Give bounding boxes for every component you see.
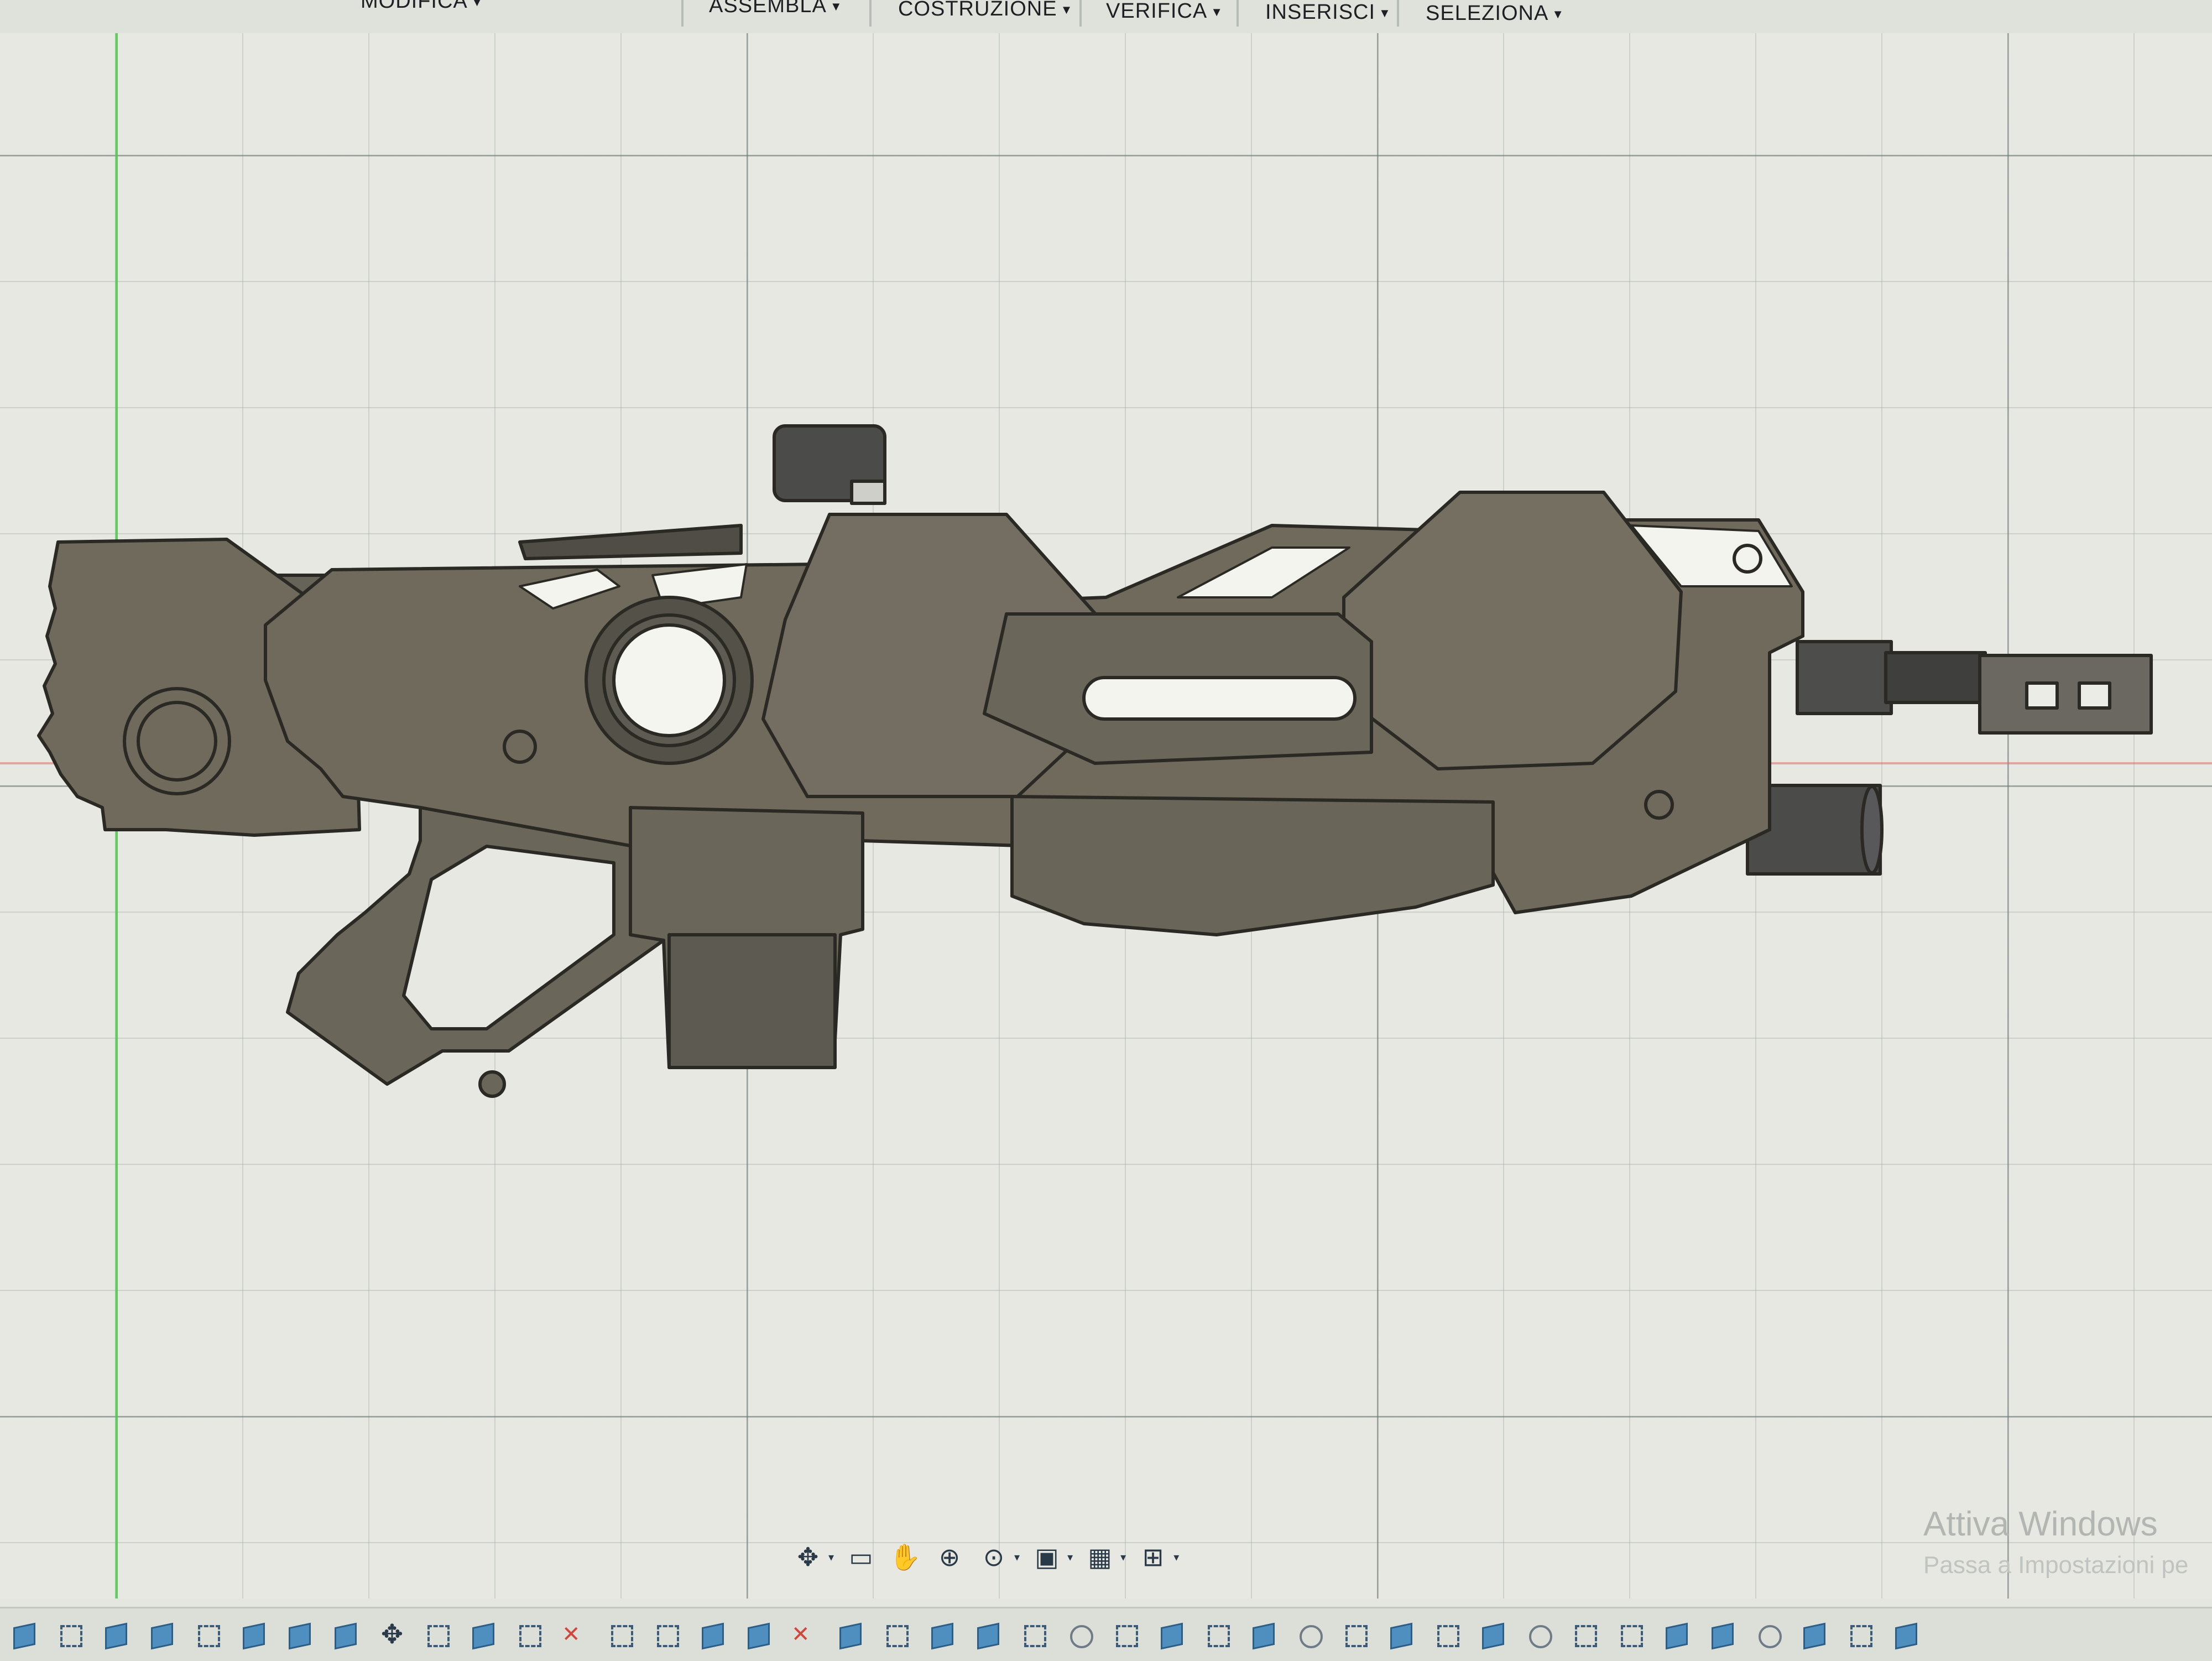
feature-cube-icon[interactable] (11, 1621, 39, 1648)
sight-mount (850, 480, 886, 505)
sketch-frame-icon[interactable] (424, 1621, 452, 1648)
sketch-frame-icon[interactable] (1204, 1621, 1232, 1648)
chevron-down-icon[interactable]: ▾ (1173, 1550, 1179, 1564)
sketch-frame-icon[interactable] (1021, 1621, 1048, 1648)
sketch-circle-icon[interactable] (1526, 1621, 1553, 1648)
muzzle-brake (1978, 654, 2153, 735)
pan-icon[interactable]: ✋ (888, 1540, 922, 1574)
sketch-frame-icon[interactable] (608, 1621, 635, 1648)
sketch-frame-icon[interactable] (654, 1621, 681, 1648)
sketch-frame-icon[interactable] (1618, 1621, 1645, 1648)
sketch-frame-icon[interactable] (1113, 1621, 1140, 1648)
muzzle-port (2025, 681, 2059, 710)
feature-cube-icon[interactable] (745, 1621, 773, 1648)
sketch-frame-icon[interactable] (57, 1621, 85, 1648)
delete-feature-icon[interactable]: ✕ (791, 1621, 819, 1648)
display-settings-icon[interactable]: ▣ (1030, 1540, 1064, 1574)
barrel-rings (1884, 651, 1987, 704)
timeline-toolbar: ✥ ✕ ✕ (0, 1607, 2212, 1661)
feature-cube-icon[interactable] (1709, 1621, 1737, 1648)
feature-cube-icon[interactable] (1893, 1621, 1921, 1648)
feature-cube-icon[interactable] (149, 1621, 176, 1648)
feature-cube-icon[interactable] (286, 1621, 314, 1648)
activation-watermark-subtitle: Passa a Impostazioni pe (1923, 1551, 2189, 1579)
barrel-collar (1796, 640, 1893, 715)
feature-cube-icon[interactable] (929, 1621, 957, 1648)
feature-cube-icon[interactable] (1801, 1621, 1829, 1648)
feature-cube-icon[interactable] (1663, 1621, 1691, 1648)
sketch-frame-icon[interactable] (1572, 1621, 1599, 1648)
viewports-icon[interactable]: ⊞ (1136, 1540, 1170, 1574)
navigation-bar: ✥ ▾ ▭ ✋ ⊕ ⊙ ▾ ▣ ▾ ▦ ▾ ⊞ ▾ (791, 1538, 1244, 1576)
sketch-frame-icon[interactable] (195, 1621, 222, 1648)
top-rail (518, 524, 743, 560)
magazine (667, 933, 837, 1069)
feature-cube-icon[interactable] (332, 1621, 360, 1648)
sketch-frame-icon[interactable] (516, 1621, 544, 1648)
slot-window (1082, 676, 1357, 721)
sketch-frame-icon[interactable] (883, 1621, 911, 1648)
chevron-down-icon[interactable]: ▾ (828, 1550, 834, 1564)
fit-icon[interactable]: ⊙ (977, 1540, 1011, 1574)
move-icon[interactable]: ✥ (378, 1621, 406, 1648)
sling-loop (478, 1070, 506, 1098)
grid-icon[interactable]: ▦ (1083, 1540, 1117, 1574)
rifle-model[interactable] (0, 0, 2212, 1659)
scope-lens (612, 623, 726, 737)
feature-cube-icon[interactable] (241, 1621, 268, 1648)
activation-watermark-title: Attiva Windows (1923, 1505, 2158, 1543)
muzzle-port (2078, 681, 2111, 710)
feature-cube-icon[interactable] (1159, 1621, 1186, 1648)
feature-cube-icon[interactable] (1388, 1621, 1416, 1648)
feature-cube-icon[interactable] (103, 1621, 131, 1648)
look-at-icon[interactable]: ▭ (844, 1540, 878, 1574)
chevron-down-icon[interactable]: ▾ (1120, 1550, 1126, 1564)
feature-cube-icon[interactable] (975, 1621, 1003, 1648)
forearm (1010, 795, 1495, 936)
feature-cube-icon[interactable] (1250, 1621, 1278, 1648)
chevron-down-icon[interactable]: ▾ (1014, 1550, 1020, 1564)
feature-cube-icon[interactable] (470, 1621, 498, 1648)
sketch-circle-icon[interactable] (1755, 1621, 1783, 1648)
flashlight-lens (1860, 785, 1884, 874)
feature-cube-icon[interactable] (837, 1621, 865, 1648)
sketch-circle-icon[interactable] (1067, 1621, 1094, 1648)
chevron-down-icon[interactable]: ▾ (1067, 1550, 1073, 1564)
sketch-frame-icon[interactable] (1847, 1621, 1875, 1648)
feature-cube-icon[interactable] (700, 1621, 727, 1648)
sketch-frame-icon[interactable] (1434, 1621, 1462, 1648)
zoom-icon[interactable]: ⊕ (932, 1540, 967, 1574)
delete-feature-icon[interactable]: ✕ (562, 1621, 589, 1648)
orbit-icon[interactable]: ✥ (791, 1540, 825, 1574)
sketch-circle-icon[interactable] (1296, 1621, 1324, 1648)
sketch-frame-icon[interactable] (1342, 1621, 1370, 1648)
feature-cube-icon[interactable] (1480, 1621, 1507, 1648)
